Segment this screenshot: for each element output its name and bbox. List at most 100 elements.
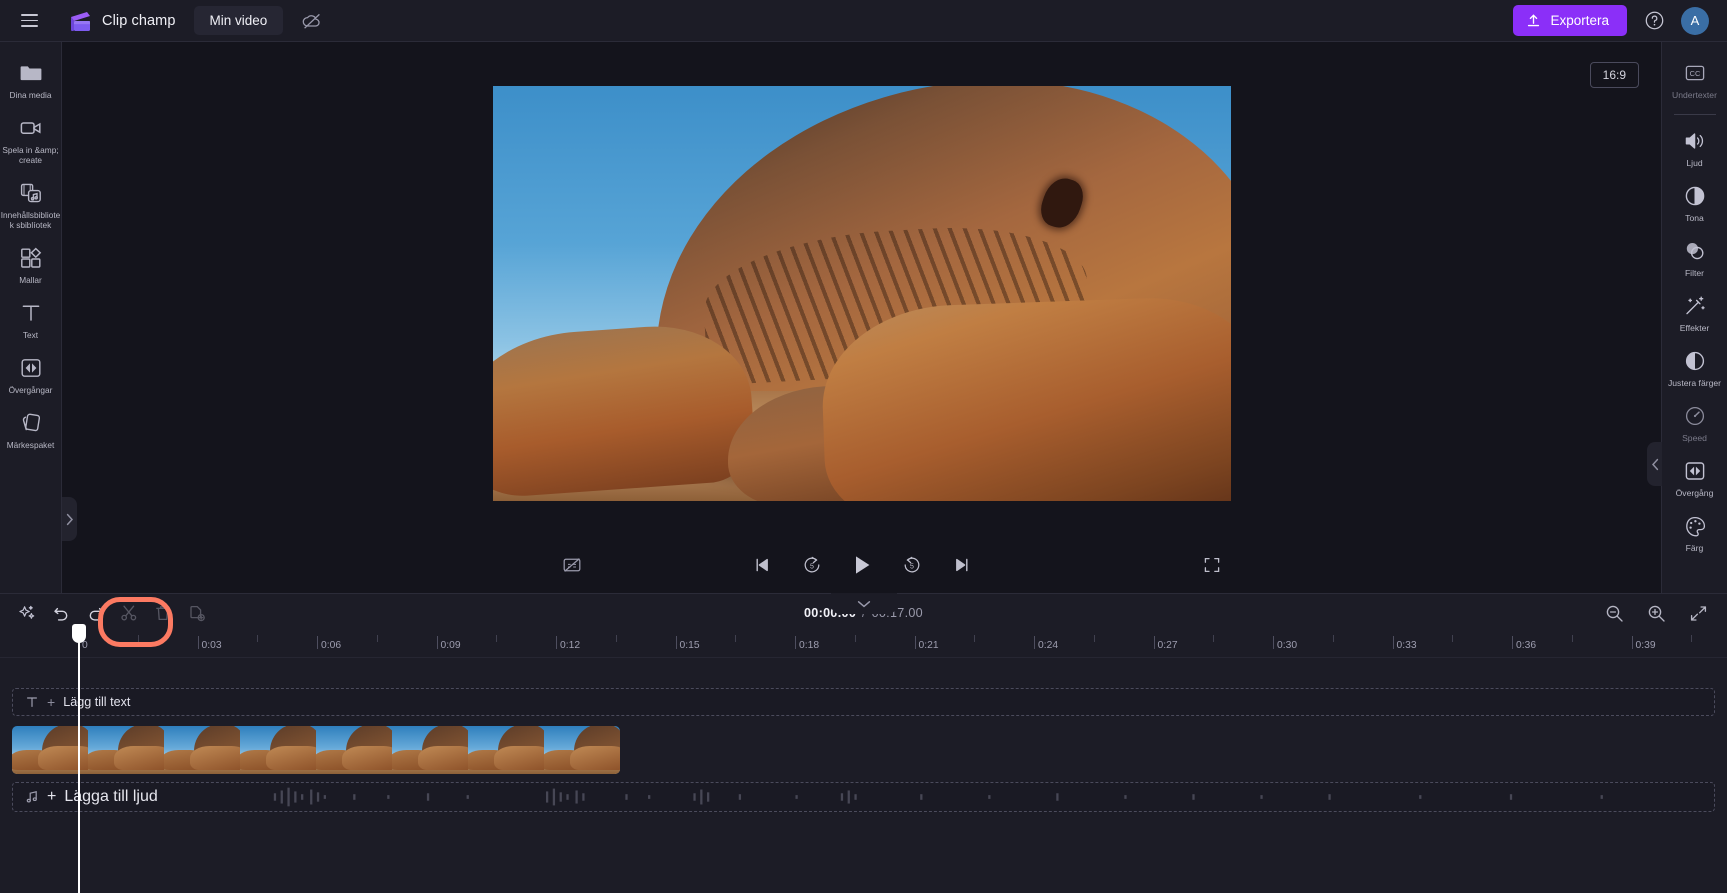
brand-kit-icon	[19, 411, 43, 435]
forward-5-seconds-button[interactable]: 5	[898, 551, 926, 579]
thumbnail-rock-front	[190, 746, 240, 770]
svg-text:CC: CC	[1689, 69, 1700, 78]
play-button[interactable]	[848, 551, 876, 579]
redo-button[interactable]	[80, 599, 110, 627]
speed-icon	[1683, 404, 1707, 428]
thumbnail-rock-front	[418, 746, 468, 770]
help-icon[interactable]	[1641, 8, 1667, 34]
export-button[interactable]: Exportera	[1513, 5, 1627, 36]
sidebar-item-ljud[interactable]: Ljud	[1663, 120, 1727, 175]
ruler-tick-mark	[1153, 636, 1155, 649]
sidebar-item-farg[interactable]: Färg	[1663, 505, 1727, 560]
playhead[interactable]	[72, 624, 86, 893]
ruler-tick-label: 0:39	[1635, 640, 1656, 651]
video-track-row	[12, 726, 1727, 774]
audio-icon	[1683, 129, 1707, 153]
chevron-right-icon	[66, 513, 74, 526]
skip-to-end-button[interactable]	[948, 551, 976, 579]
ruler-tick-label: 0:27	[1157, 640, 1178, 651]
timeline-zoom-controls	[1599, 599, 1713, 627]
sidebar-item-text[interactable]: Text	[1, 292, 61, 347]
delete-button[interactable]	[148, 599, 178, 627]
timeline-tracks: + Lägg till text + Lägga till ljud	[0, 658, 1727, 812]
sidebar-item-mallar[interactable]: Mallar	[1, 237, 61, 292]
top-bar: Clip champ Min video Exportera A	[0, 0, 1727, 42]
sidebar-item-overgang[interactable]: Övergång	[1663, 450, 1727, 505]
back-5-seconds-button[interactable]: 5	[798, 551, 826, 579]
fit-to-screen-button[interactable]	[1683, 599, 1713, 627]
sidebar-item-undertexter[interactable]: CC Undertexter	[1663, 52, 1727, 107]
zoom-out-button[interactable]	[1599, 599, 1629, 627]
ruler-tick-label: 0:03	[201, 640, 222, 651]
thumbnail-rock-front	[38, 746, 88, 770]
ruler-tick-mark	[1034, 636, 1035, 649]
split-button[interactable]	[114, 599, 144, 627]
timeline-collapse-handle[interactable]	[830, 593, 897, 614]
add-text-label: Lägg till text	[63, 695, 131, 709]
templates-icon	[19, 246, 43, 270]
fullscreen-button[interactable]	[1203, 556, 1221, 574]
left-sidebar-collapse-button[interactable]	[62, 497, 77, 541]
sidebar-item-innehallsbibliotek[interactable]: Innehållsbibliotek sbiblíotek	[1, 172, 61, 237]
video-preview[interactable]	[492, 86, 1231, 501]
thumbnail-rock-front	[494, 746, 544, 770]
sidebar-item-label: Justera färger	[1667, 378, 1722, 388]
sidebar-item-tona[interactable]: Tona	[1663, 175, 1727, 230]
zoom-out-icon	[1605, 604, 1624, 623]
svg-text:5: 5	[810, 563, 814, 570]
folder-icon	[19, 61, 43, 85]
duplicate-icon	[188, 604, 206, 622]
undo-button[interactable]	[46, 599, 76, 627]
text-track-icon	[25, 695, 39, 709]
playhead-knob[interactable]	[72, 624, 86, 643]
sidebar-item-speed[interactable]: Speed	[1663, 395, 1727, 450]
sidebar-item-spela-in-create[interactable]: Spela in &amp; create	[1, 107, 61, 172]
transitions-icon	[19, 356, 43, 380]
effects-icon	[1683, 294, 1707, 318]
hamburger-icon[interactable]	[12, 4, 46, 38]
aspect-ratio-button[interactable]: 16:9	[1589, 62, 1639, 88]
sidebar-item-markespaket[interactable]: Märkespaket	[1, 402, 61, 457]
sidebar-item-label: Dina media	[9, 90, 52, 100]
sidebar-item-filter[interactable]: Filter	[1663, 230, 1727, 285]
video-clip[interactable]	[12, 726, 620, 774]
timeline-panel: 00:00.00 / 00:17.00	[0, 593, 1727, 893]
text-icon	[19, 301, 43, 325]
ruler-tick-label: 0:18	[799, 640, 820, 651]
skip-to-start-button[interactable]	[748, 551, 776, 579]
sidebar-item-effekter[interactable]: Effekter	[1663, 285, 1727, 340]
preview-stage	[62, 42, 1661, 537]
ruler-tick-mark	[1093, 635, 1095, 642]
avatar[interactable]: A	[1681, 6, 1709, 35]
fade-icon	[1683, 184, 1707, 208]
ruler-tick-mark	[1631, 636, 1633, 649]
cloud-off-icon[interactable]	[299, 8, 325, 34]
add-text-track[interactable]: + Lägg till text	[12, 688, 1715, 716]
sidebar-item-overgangar[interactable]: Övergångar	[1, 347, 61, 402]
sidebar-item-dina-media[interactable]: Dina media	[1, 52, 61, 107]
sidebar-item-justera-farger[interactable]: Justera färger	[1663, 340, 1727, 395]
ruler-tick-mark	[1512, 636, 1513, 649]
clipchamp-logo-icon	[68, 10, 93, 32]
right-sidebar: CC Undertexter Ljud Tona Filter Effekter…	[1647, 42, 1727, 593]
player-controls-bar: 5 5	[62, 537, 1661, 593]
captions-toggle[interactable]	[562, 556, 582, 574]
magic-tools-button[interactable]	[12, 599, 42, 627]
scissors-icon	[120, 604, 138, 622]
project-title[interactable]: Min video	[193, 6, 284, 35]
zoom-in-button[interactable]	[1641, 599, 1671, 627]
ruler-tick-mark	[137, 635, 139, 642]
ruler-tick-mark	[854, 635, 856, 642]
sidebar-item-label: Filter	[1684, 268, 1705, 278]
duplicate-button[interactable]	[182, 599, 212, 627]
right-sidebar-collapse-button[interactable]	[1647, 442, 1662, 486]
music-note-icon	[25, 790, 39, 804]
audio-waveform	[273, 787, 1603, 807]
add-audio-track[interactable]: + Lägga till ljud	[12, 782, 1715, 812]
ruler-tick-mark	[317, 636, 318, 649]
sidebar-item-label: Innehållsbibliotek sbiblíotek	[0, 210, 61, 230]
timeline-ruler[interactable]: 0 0:03 0:06 0:09 0:12 0:15 0:18 0:21 0:24 0:27 0:3…	[0, 632, 1727, 658]
fit-screen-icon	[1689, 604, 1708, 623]
ruler-tick-mark	[376, 635, 378, 642]
captions-icon: CC	[1683, 61, 1707, 85]
